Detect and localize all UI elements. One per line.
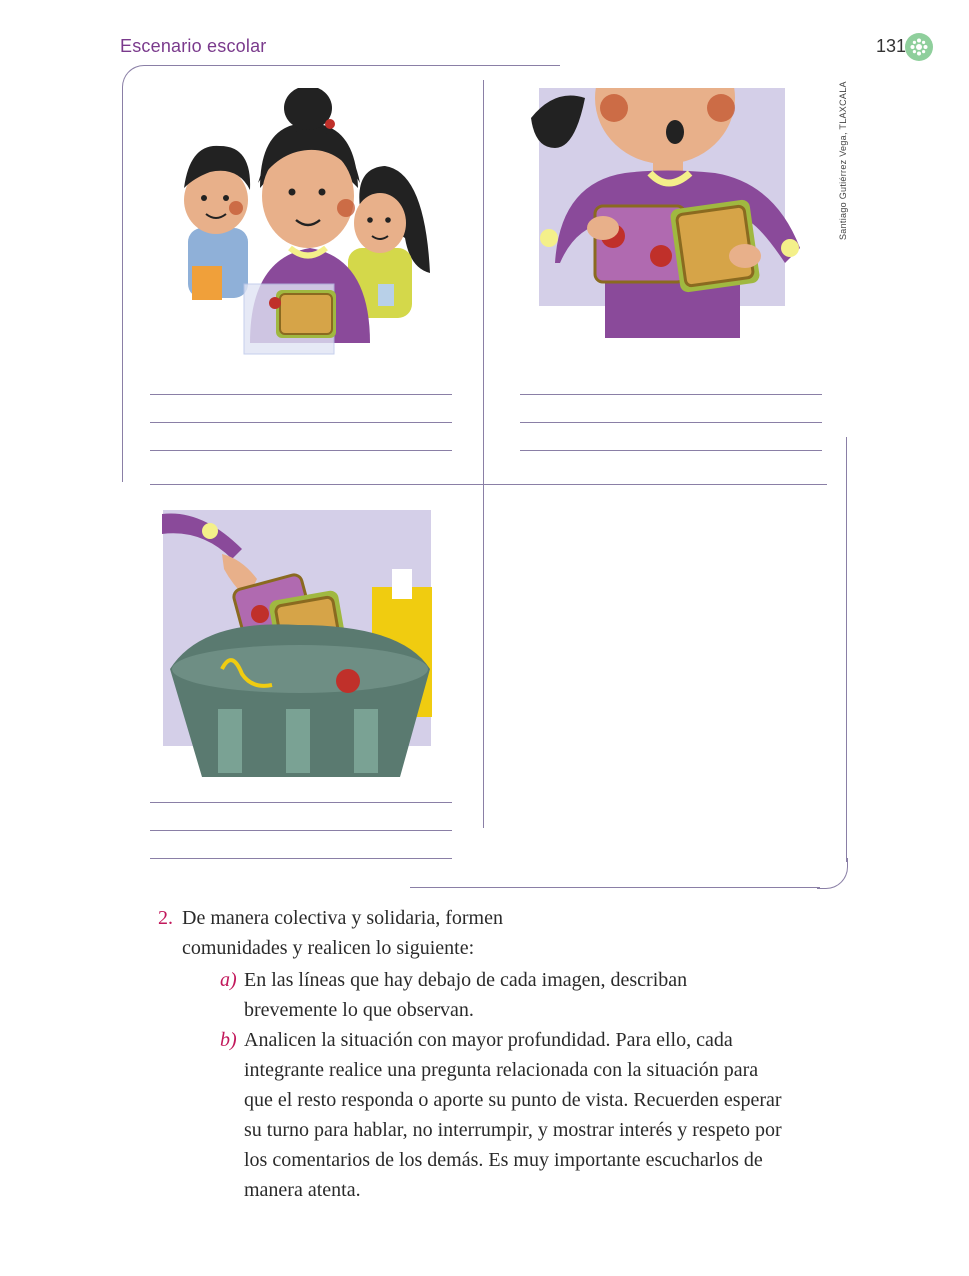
answer-line[interactable] [150,802,452,803]
question-number: 2. [158,907,173,929]
flower-badge-icon [905,33,933,61]
item-line: manera atenta. [244,1179,361,1201]
frame-horizontal-divider [150,484,827,485]
item-line: Analicen la situación con mayor profundi… [244,1029,733,1051]
question-intro-line: 2. De manera colectiva y solidaria, form… [158,903,858,933]
question-item-b: b) Analicen la situación con mayor profu… [158,1025,858,1205]
frame-vertical-divider [483,80,484,828]
item-line: los comentarios de los demás. Es muy imp… [244,1149,763,1171]
item-line: que el resto responda o aporte su punto … [244,1089,782,1111]
frame-left-line [122,92,123,482]
question-item-a: a) En las líneas que hay debajo de cada … [158,965,858,1025]
item-line: brevemente lo que observan. [244,999,474,1021]
question-intro-text: comunidades y realicen lo siguiente: [182,937,475,959]
answer-line[interactable] [520,394,822,395]
item-text: Analicen la situación con mayor profundi… [244,1025,782,1205]
illustration-girl-holding-sandwich [515,88,815,343]
frame-top-line [150,65,560,66]
illustration-credit: Santiago Gutiérrez Vega, TLAXCALA [838,81,848,240]
item-letter: a) [220,969,237,991]
answer-line[interactable] [150,858,452,859]
answer-line[interactable] [150,830,452,831]
illustration-children-with-sandwich [180,88,440,358]
frame-bottom-line [410,887,820,888]
page-number: 131 [876,36,907,56]
question-intro-text: De manera colectiva y solidaria, formen [182,907,503,929]
answer-line[interactable] [150,450,452,451]
section-title: Escenario escolar [120,36,267,56]
question-2: 2. De manera colectiva y solidaria, form… [158,903,858,1205]
item-line: En las líneas que hay debajo de cada ima… [244,969,688,991]
item-text: En las líneas que hay debajo de cada ima… [244,965,687,1025]
item-letter: b) [220,1029,237,1051]
answer-line[interactable] [520,422,822,423]
illustration-sandwich-thrown-in-trash [162,509,434,777]
item-line: su turno para hablar, no interrumpir, y … [244,1119,782,1141]
item-line: integrante realice una pregunta relacion… [244,1059,759,1081]
frame-right-line [846,437,847,862]
answer-line[interactable] [150,422,452,423]
answer-line[interactable] [150,394,452,395]
answer-line[interactable] [520,450,822,451]
frame-top-left-corner [122,65,153,96]
frame-bottom-right-corner [817,858,848,889]
